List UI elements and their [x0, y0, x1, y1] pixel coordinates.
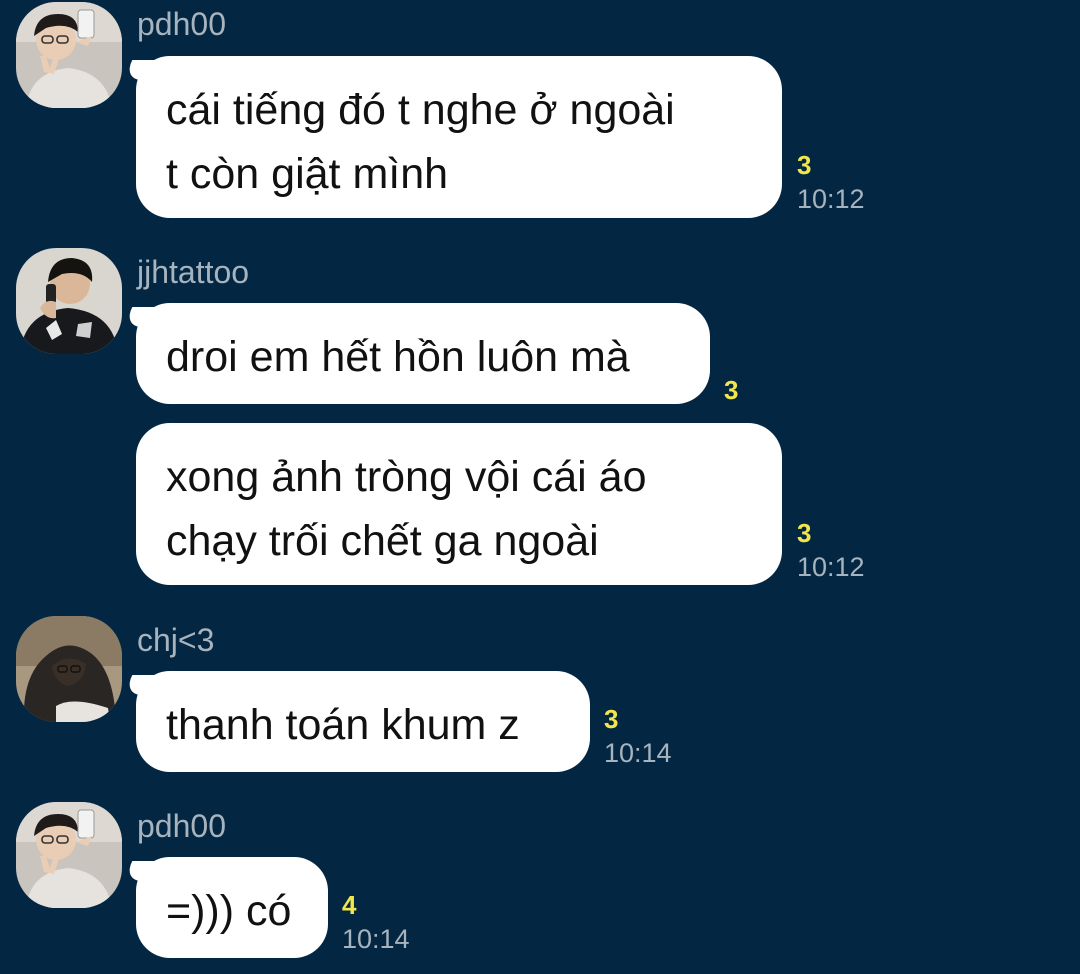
message-text: thanh toán khum z — [166, 701, 520, 749]
sender-name: chj<3 — [137, 622, 215, 658]
unread-count: 3 — [797, 518, 812, 548]
sender-name: pdh00 — [137, 6, 226, 42]
message-text: droi em hết hồn luôn mà — [166, 333, 630, 381]
message-text: chạy trối chết ga ngoài — [166, 517, 599, 565]
sender-name: pdh00 — [137, 808, 226, 844]
unread-count: 3 — [797, 150, 812, 180]
user-avatar-hoodie-icon — [16, 616, 122, 722]
avatar[interactable] — [16, 802, 122, 908]
message-text: cái tiếng đó t nghe ở ngoài — [166, 86, 675, 134]
message-bubble[interactable]: cái tiếng đó t nghe ở ngoài t còn giật m… — [136, 56, 782, 218]
message-text: xong ảnh tròng vội cái áo — [166, 453, 647, 501]
message-time: 10:12 — [797, 184, 865, 214]
message-text: t còn giật mình — [166, 150, 449, 198]
unread-count: 4 — [342, 890, 357, 920]
user-avatar-selfie-icon — [16, 802, 122, 908]
avatar[interactable] — [16, 248, 122, 354]
message-bubble[interactable]: xong ảnh tròng vội cái áo chạy trối chết… — [136, 423, 782, 585]
unread-count: 3 — [724, 375, 739, 405]
unread-count: 3 — [604, 704, 619, 734]
avatar[interactable] — [16, 616, 122, 722]
message-bubble[interactable]: droi em hết hồn luôn mà — [136, 303, 710, 404]
message-time: 10:14 — [342, 924, 410, 954]
user-avatar-selfie-icon — [16, 2, 122, 108]
message-meta: 4 10:14 — [342, 892, 410, 953]
avatar[interactable] — [16, 2, 122, 108]
user-avatar-phone-icon — [16, 248, 122, 354]
message-meta: 3 10:12 — [797, 520, 865, 581]
sender-name: jjhtattoo — [137, 254, 250, 290]
message-text: =))) có — [166, 887, 292, 935]
chat-screen: { "messages": [ { "sender": "pdh00", "av… — [0, 0, 1080, 974]
message-meta: 3 — [724, 377, 738, 411]
message-meta: 3 10:14 — [604, 706, 672, 767]
message-bubble[interactable]: =))) có — [136, 857, 328, 958]
message-time: 10:14 — [604, 738, 672, 768]
message-meta: 3 10:12 — [797, 152, 865, 213]
message-time: 10:12 — [797, 552, 865, 582]
message-bubble[interactable]: thanh toán khum z — [136, 671, 590, 772]
